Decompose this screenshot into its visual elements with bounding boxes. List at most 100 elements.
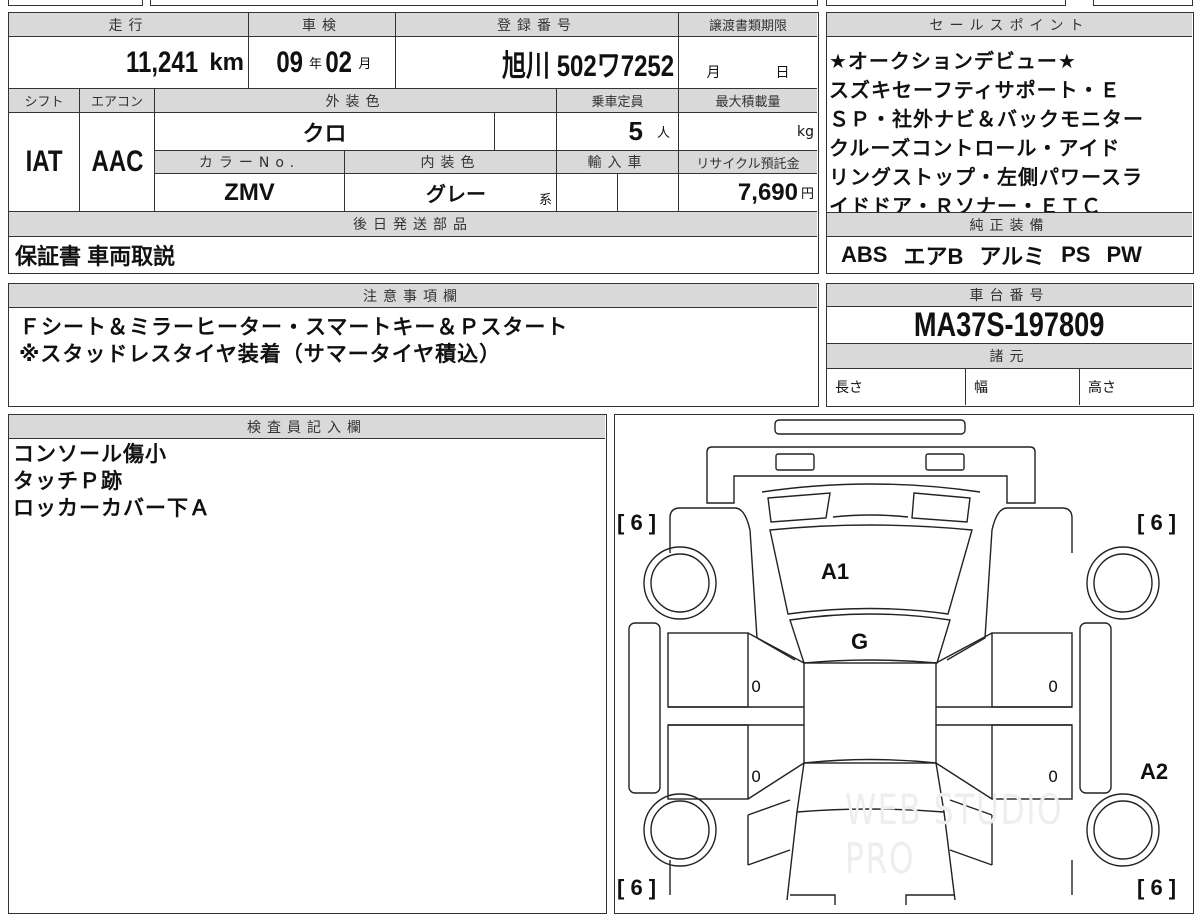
notes-header: 注意事項欄: [9, 284, 817, 308]
equipment-item: PW: [1106, 242, 1142, 267]
sales-point-line: ＳＰ・社外ナビ＆バックモニター: [829, 107, 1144, 131]
tire-rear-right-grade: [ 6 ]: [1137, 875, 1177, 900]
hood-damage-code[interactable]: A1: [821, 559, 849, 585]
door-mark: 0: [751, 677, 762, 696]
exterior-color-header: 外装色: [155, 89, 557, 113]
body-outline-left: [668, 506, 795, 661]
front-door-left: [666, 631, 749, 708]
roof: [802, 661, 937, 764]
interior-color-text: グレー: [425, 184, 486, 206]
rocker-right: [1078, 621, 1112, 794]
door-mark: 0: [1048, 677, 1059, 696]
chassis-number-text: MA37S-197809: [914, 307, 1105, 344]
registration-value: 旭川 502ワ7252: [396, 37, 679, 89]
shift-text: IAT: [25, 145, 63, 178]
max-load-header: 最大積載量: [679, 89, 817, 113]
sales-point-line: ★オークションデビュー★: [829, 49, 1077, 73]
transfer-deadline-value: 月日: [679, 37, 817, 89]
capacity-unit: 人: [656, 125, 670, 140]
transfer-month: 月: [706, 65, 721, 81]
aircon-value: AAC: [80, 113, 155, 212]
later-parts-value: 保証書 車両取説: [15, 244, 176, 269]
shift-value: IAT: [9, 113, 80, 212]
recycle-unit: 円: [800, 186, 814, 201]
transfer-deadline-header: 譲渡書類期限: [679, 13, 817, 37]
notes-box: 注意事項欄 Ｆシート＆ミラーヒーター・スマートキー＆Ｐスタート ※スタッドレスタ…: [8, 283, 819, 407]
color-no-value: ZMV: [155, 174, 345, 212]
top-strip-box: [1093, 0, 1193, 6]
sales-point-line: スズキセーフティサポート・Ｅ: [829, 78, 1121, 102]
equipment-item: ABS: [841, 242, 888, 267]
month-unit: 月: [358, 56, 372, 71]
imported-header: 輸入車: [557, 151, 679, 174]
windshield: [788, 612, 951, 664]
equipment-list: ABS エアB アルミ PS PW: [827, 237, 1192, 273]
sales-point-line: クルーズコントロール・アイド: [829, 136, 1121, 160]
equipment-item: エアB: [903, 244, 964, 269]
front-bumper: [773, 418, 966, 435]
recycle-fee-number: 7,690: [737, 178, 798, 206]
mileage-value: 11,241 km: [9, 37, 249, 89]
interior-color-value: グレー 系: [345, 174, 557, 212]
registration-header: 登録番号: [396, 13, 679, 37]
mileage-unit: km: [209, 48, 244, 76]
inspection-month: 02: [325, 45, 353, 79]
inspector-header: 検査員記入欄: [9, 415, 605, 439]
transfer-day: 日: [775, 65, 790, 81]
tire-rear-left-grade: [ 6 ]: [617, 875, 657, 900]
side-damage-code[interactable]: A2: [1140, 759, 1168, 785]
mileage-number: 11,241: [126, 45, 199, 79]
recycle-fee-value: 7,690 円: [679, 174, 817, 212]
sales-points-header: セールスポイント: [827, 13, 1192, 37]
note-line: ※スタッドレスタイヤ装着（サマータイヤ積込）: [19, 342, 502, 366]
recycle-fee-header: リサイクル預託金: [679, 151, 817, 174]
sales-points-box: セールスポイント ★オークションデビュー★ スズキセーフティサポート・Ｅ ＳＰ・…: [826, 12, 1194, 274]
interior-suffix: 系: [538, 192, 552, 207]
tire-front-left-grade: [ 6 ]: [617, 510, 657, 535]
interior-color-header: 内装色: [345, 151, 557, 174]
equipment-header: 純正装備: [827, 212, 1192, 237]
rear-door-left: [666, 723, 749, 800]
car-diagram-box: WEB STUDIO PRO [ 6 ] [ 6 ] [ 6 ] [ 6 ] A…: [614, 414, 1194, 914]
notes-list: Ｆシート＆ミラーヒーター・スマートキー＆Ｐスタート ※スタッドレスタイヤ装着（サ…: [19, 314, 568, 368]
inspector-line: ロッカーカバー下Ａ: [13, 496, 211, 520]
spec-length: 長さ: [827, 369, 966, 405]
headlight-right: [924, 452, 965, 471]
rocker-left: [627, 621, 661, 794]
tire-front-right-grade: [ 6 ]: [1137, 510, 1177, 535]
year-unit: 年: [308, 56, 322, 71]
top-strip-box: [150, 0, 818, 6]
body-outline-right: [946, 506, 1073, 661]
equipment-item: PS: [1061, 242, 1091, 267]
rear-quarter-left: [668, 798, 790, 895]
front-panel: [705, 445, 1036, 504]
wheel-front-left: [642, 545, 717, 620]
exterior-color-extra: [495, 113, 557, 151]
mileage-header: 走行: [9, 13, 249, 37]
later-parts-header: 後日発送部品: [9, 212, 817, 237]
watermark: WEB STUDIO PRO: [845, 785, 1064, 883]
shift-header: シフト: [9, 89, 80, 113]
door-mark: 0: [1048, 767, 1059, 786]
inspector-line: コンソール傷小: [13, 442, 167, 466]
note-line: Ｆシート＆ミラーヒーター・スマートキー＆Ｐスタート: [19, 315, 569, 339]
door-mark: 0: [751, 767, 762, 786]
wheel-front-right: [1085, 545, 1160, 620]
spec-height: 高さ: [1088, 380, 1116, 396]
inspection-year: 09: [275, 45, 303, 79]
imported-value: [557, 174, 618, 212]
color-no-header: カラーNo.: [155, 151, 345, 174]
equipment-item: アルミ: [979, 244, 1046, 269]
chassis-number: MA37S-197809: [827, 307, 1192, 344]
inspection-value: 09 年 02 月: [249, 37, 396, 89]
grille: [761, 482, 980, 523]
vehicle-info-table: 走行 車検 登録番号 譲渡書類期限 11,241 km 09 年 02 月 旭川 502…: [8, 12, 819, 274]
capacity-number: 5: [628, 116, 643, 146]
windshield-damage-code[interactable]: G: [851, 629, 868, 655]
imported-value-2: [618, 174, 679, 212]
inspector-line: タッチＰ跡: [13, 469, 123, 493]
top-strip-box: [826, 0, 1066, 6]
headlight-left: [774, 452, 815, 471]
wheel-rear-left: [642, 792, 717, 867]
aircon-header: エアコン: [80, 89, 155, 113]
